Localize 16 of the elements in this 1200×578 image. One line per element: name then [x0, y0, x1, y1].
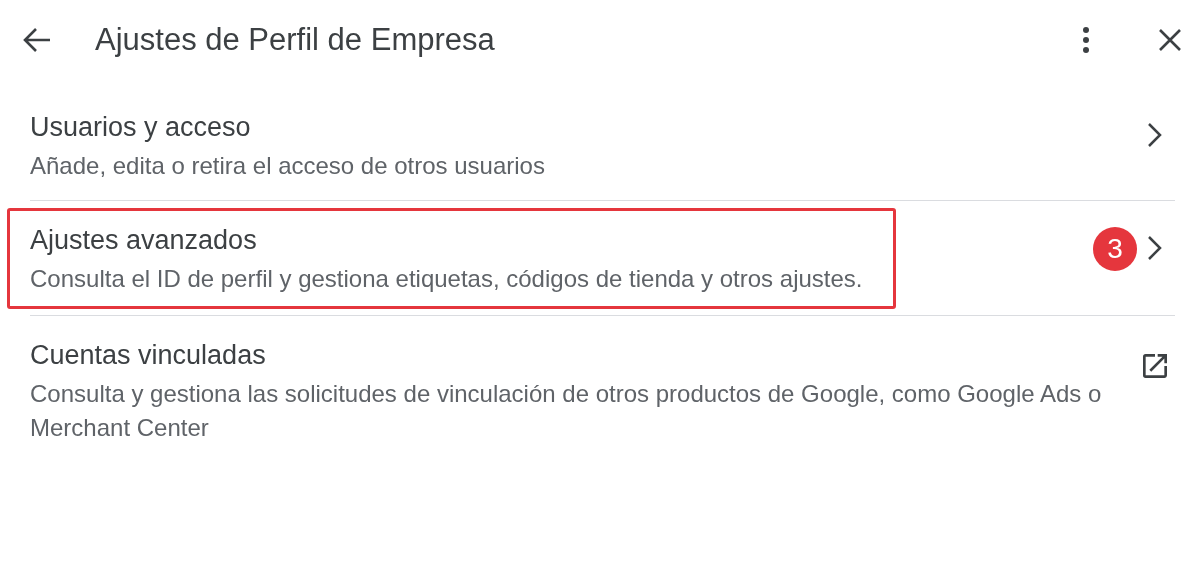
row-subtitle: Consulta y gestiona las solicitudes de vinculación de otros productos de Google, como Google Ads o Merchant Center: [30, 379, 1103, 443]
row-subtitle: Añade, edita o retira el acceso de otros usuarios: [30, 151, 545, 181]
settings-row[interactable]: Usuarios y acceso Añade, edita o retira el acceso de otros usuarios: [30, 80, 1175, 200]
row-title: Usuarios y acceso: [30, 112, 252, 143]
step-badge: 3: [1093, 227, 1137, 271]
settings-row[interactable]: Ajustes avanzados Consulta el ID de perfil y gestiona etiquetas, códigos de tienda y otros ajustes. 3: [30, 200, 1175, 315]
row-subtitle: Consulta el ID de perfil y gestiona etiquetas, códigos de tienda y otros ajustes.: [30, 264, 863, 294]
more-options-button[interactable]: [1082, 26, 1090, 54]
row-title: Cuentas vinculadas: [30, 340, 267, 371]
back-button[interactable]: [22, 27, 52, 53]
close-button[interactable]: [1158, 28, 1182, 52]
chevron-icon: [1147, 235, 1163, 261]
page-title: Ajustes de Perfil de Empresa: [95, 22, 496, 58]
settings-row[interactable]: Cuentas vinculadas Consulta y gestiona las solicitudes de vinculación de otros productos de Google, como Google Ads o Merchant Center: [30, 315, 1175, 455]
row-title: Ajustes avanzados: [30, 225, 258, 256]
chevron-icon: [1147, 122, 1163, 148]
